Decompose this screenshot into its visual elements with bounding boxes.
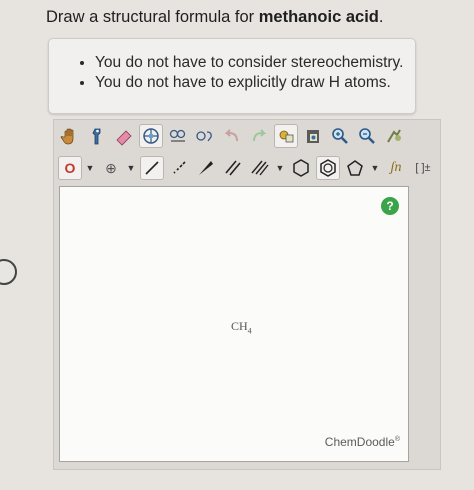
hashed-bond-icon[interactable] [167,156,191,180]
clean-structure-icon[interactable] [166,124,190,148]
settings-icon[interactable] [382,124,406,148]
element-selector[interactable]: O [58,156,82,180]
help-button[interactable]: ? [381,197,399,215]
triple-bond-icon[interactable] [248,156,272,180]
question-suffix: . [378,8,384,26]
chemdoodle-editor: O ▼ ⊕ ▼ ▼ ▼ ʃn [ ]± ? CH4 ChemDoodle® [53,119,441,470]
center-molecule-icon[interactable] [139,124,163,148]
undo-icon[interactable] [220,124,244,148]
chemdoodle-brand: ChemDoodle® [325,435,400,449]
single-bond-icon[interactable] [140,156,164,180]
paste-icon[interactable] [301,124,325,148]
toolbar-row-bottom: O ▼ ⊕ ▼ ▼ ▼ ʃn [ ]± [58,154,438,182]
flip-molecule-icon[interactable] [193,124,217,148]
charge-dropdown-arrow[interactable]: ▼ [126,163,136,173]
ring-dropdown-arrow[interactable]: ▼ [370,163,380,173]
hand-tool-icon[interactable] [58,124,82,148]
zoom-in-icon[interactable] [328,124,352,148]
instructions-list: You do not have to consider stereochemis… [49,53,415,93]
charge-tool[interactable]: ⊕ [99,156,123,180]
zoom-out-icon[interactable] [355,124,379,148]
molecule-subscript: 4 [247,326,252,336]
molecule-main-text: CH [231,319,248,333]
methane-label[interactable]: CH4 [231,319,252,335]
toolbar-row-top [58,122,409,150]
double-bond-icon[interactable] [221,156,245,180]
instruction-item: You do not have to explicitly draw H ato… [95,73,415,93]
copy-icon[interactable] [274,124,298,148]
eraser-icon[interactable] [112,124,136,148]
instruction-item: You do not have to consider stereochemis… [95,53,415,73]
cyclohexane-icon[interactable] [289,156,313,180]
question-compound: methanoic acid [258,8,379,26]
question-prefix: Draw a structural formula for [46,8,259,26]
redo-icon[interactable] [247,124,271,148]
element-dropdown-arrow[interactable]: ▼ [85,163,95,173]
benzene-icon[interactable] [316,156,340,180]
wedge-bond-icon[interactable] [194,156,218,180]
drawing-canvas[interactable]: ? CH4 ChemDoodle® [59,186,409,462]
lasso-tool-icon[interactable] [85,124,109,148]
bond-dropdown-arrow[interactable]: ▼ [275,163,285,173]
cyclopentane-icon[interactable] [343,156,367,180]
side-panel-handle[interactable] [0,259,17,285]
question-text: Draw a structural formula for methanoic … [46,8,383,27]
instructions-box: You do not have to consider stereochemis… [48,38,416,114]
repeat-unit-tool[interactable]: ʃn [384,156,408,180]
brand-mark: ® [394,436,400,443]
brand-name: ChemDoodle [324,435,395,449]
bracket-tool[interactable]: [ ]± [411,156,435,180]
